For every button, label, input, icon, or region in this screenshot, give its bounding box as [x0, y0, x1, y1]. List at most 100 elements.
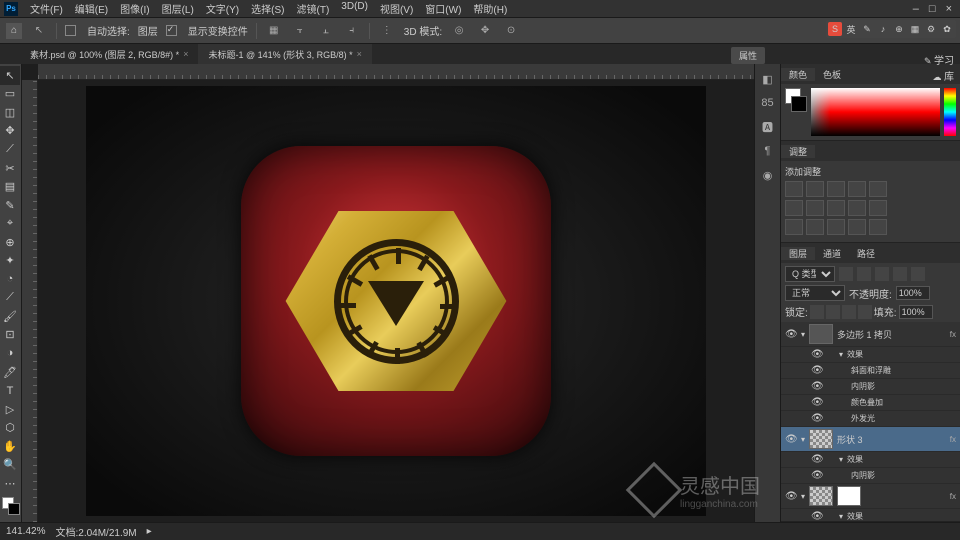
tool-15[interactable]: ◑ [0, 344, 20, 363]
tool-17[interactable]: T [0, 381, 20, 400]
layer-effect-row[interactable]: 👁斜面和浮雕 [781, 363, 960, 379]
menu-DD[interactable]: 3D(D) [335, 1, 374, 16]
layer-thumbnail[interactable] [809, 324, 833, 344]
doc-tab-0[interactable]: 素材.psd @ 100% (图层 2, RGB/8#) * × [20, 44, 198, 64]
minimize-button[interactable]: – [913, 3, 919, 15]
close-button[interactable]: × [946, 3, 952, 15]
expand-icon[interactable]: ▾ [839, 512, 843, 521]
menu-L[interactable]: 图层(L) [156, 1, 200, 16]
status-arrow-icon[interactable]: ▸ [147, 526, 152, 537]
collapsed-panel-4[interactable]: ◉ [757, 164, 778, 186]
layer-effect-row[interactable]: 👁▾效果 [781, 509, 960, 521]
ime-skin-icon[interactable]: ✿ [940, 22, 954, 36]
blend-mode-dropdown[interactable]: 正常 [785, 285, 845, 301]
align-icon[interactable]: ▦ [265, 22, 283, 40]
zoom-3d-icon[interactable]: ⊙ [502, 22, 520, 40]
tool-8[interactable]: ⌖ [0, 214, 20, 233]
layer-effect-row[interactable]: 👁▾效果 [781, 452, 960, 468]
tool-13[interactable]: 🖌 [0, 307, 20, 326]
ime-audio-icon[interactable]: ♪ [876, 22, 890, 36]
lock-pos-icon[interactable] [842, 305, 856, 319]
transform-checkbox[interactable] [166, 25, 177, 36]
distribute-icon[interactable]: ⋮ [378, 22, 396, 40]
home-icon[interactable]: ⌂ [6, 23, 22, 39]
align-left-icon[interactable]: ⫟ [291, 22, 309, 40]
canvas-area[interactable] [22, 64, 754, 522]
fx-badge[interactable]: fx [950, 492, 956, 501]
adj-mixer-icon[interactable] [848, 200, 866, 216]
adj-curves-icon[interactable] [827, 181, 845, 197]
fx-badge[interactable]: fx [950, 330, 956, 339]
tool-9[interactable]: ⊕ [0, 233, 20, 252]
collapsed-panel-3[interactable]: ¶ [757, 140, 778, 162]
adj-select-icon[interactable] [869, 219, 887, 235]
visibility-icon[interactable]: 👁 [811, 413, 823, 424]
visibility-icon[interactable]: 👁 [811, 397, 823, 408]
menu-H[interactable]: 帮助(H) [467, 1, 513, 16]
expand-icon[interactable]: ▾ [839, 350, 843, 359]
filter-shape-icon[interactable] [893, 267, 907, 281]
ruler-vertical[interactable] [22, 80, 38, 522]
menu-Y[interactable]: 文字(Y) [200, 1, 245, 16]
library-button[interactable]: ☁ 库 [932, 68, 954, 83]
layer-row[interactable]: 👁▾fx [781, 484, 960, 509]
ime-keyboard-icon[interactable]: ▦ [908, 22, 922, 36]
ime-pen-icon[interactable]: ✎ [860, 22, 874, 36]
tab-close-icon[interactable]: × [183, 49, 188, 59]
opacity-input[interactable] [896, 286, 930, 300]
adj-lookup-icon[interactable] [869, 200, 887, 216]
learn-button[interactable]: ✎ 学习 [924, 52, 954, 67]
collapsed-panel-2[interactable]: 🅰 [757, 116, 778, 138]
tool-2[interactable]: ◫ [0, 103, 20, 122]
layer-effect-row[interactable]: 👁内阴影 [781, 468, 960, 484]
move-tool-icon[interactable]: ↖ [30, 22, 48, 40]
tool-5[interactable]: ✂ [0, 159, 20, 178]
tool-21[interactable]: 🔍 [0, 455, 20, 474]
tool-20[interactable]: ✋ [0, 437, 20, 456]
lock-trans-icon[interactable] [810, 305, 824, 319]
menu-T[interactable]: 滤镜(T) [291, 1, 336, 16]
layer-row[interactable]: 👁▾形状 3fx [781, 427, 960, 452]
adj-vibrance-icon[interactable] [869, 181, 887, 197]
adj-hue-icon[interactable] [785, 200, 803, 216]
visibility-icon[interactable]: 👁 [811, 349, 823, 360]
doc-tab-1[interactable]: 未标题-1 @ 141% (形状 3, RGB/8) * × [198, 44, 371, 64]
adj-brightness-icon[interactable] [785, 181, 803, 197]
tab-swatches[interactable]: 色板 [815, 68, 849, 81]
pan-icon[interactable]: ✥ [476, 22, 494, 40]
tab-close-icon[interactable]: × [357, 49, 362, 59]
collapsed-panel-0[interactable]: ◧ [757, 68, 778, 90]
expand-icon[interactable]: ▾ [801, 330, 805, 339]
tab-channels[interactable]: 通道 [815, 247, 849, 260]
tool-6[interactable]: ▤ [0, 177, 20, 196]
canvas[interactable] [86, 86, 706, 516]
fx-badge[interactable]: fx [950, 435, 956, 444]
adj-grad-icon[interactable] [848, 219, 866, 235]
visibility-icon[interactable]: 👁 [811, 365, 823, 376]
menu-V[interactable]: 视图(V) [374, 1, 419, 16]
adj-thresh-icon[interactable] [827, 219, 845, 235]
zoom-level[interactable]: 141.42% [6, 526, 45, 537]
background-color[interactable] [791, 96, 807, 112]
tool-22[interactable]: ⋯ [0, 474, 20, 493]
color-spectrum[interactable] [811, 88, 940, 136]
tool-14[interactable]: ⊡ [0, 326, 20, 345]
tool-4[interactable]: ⟋ [0, 140, 20, 159]
tool-0[interactable]: ↖ [0, 66, 20, 85]
expand-icon[interactable]: ▾ [801, 492, 805, 501]
menu-I[interactable]: 图像(I) [114, 1, 155, 16]
tool-1[interactable]: ▭ [0, 85, 20, 104]
tool-7[interactable]: ✎ [0, 196, 20, 215]
layer-effect-row[interactable]: 👁颜色叠加 [781, 395, 960, 411]
lock-pixel-icon[interactable] [826, 305, 840, 319]
menu-E[interactable]: 编辑(E) [69, 1, 114, 16]
filter-adj-icon[interactable] [857, 267, 871, 281]
collapsed-panel-1[interactable]: 85 [757, 92, 778, 114]
layer-name[interactable]: 多边形 1 拷贝 [837, 328, 946, 341]
visibility-icon[interactable]: 👁 [785, 329, 797, 340]
visibility-icon[interactable]: 👁 [811, 470, 823, 481]
adj-levels-icon[interactable] [806, 181, 824, 197]
layer-effect-row[interactable]: 👁内阴影 [781, 379, 960, 395]
expand-icon[interactable]: ▾ [839, 455, 843, 464]
tool-18[interactable]: ▷ [0, 400, 20, 419]
